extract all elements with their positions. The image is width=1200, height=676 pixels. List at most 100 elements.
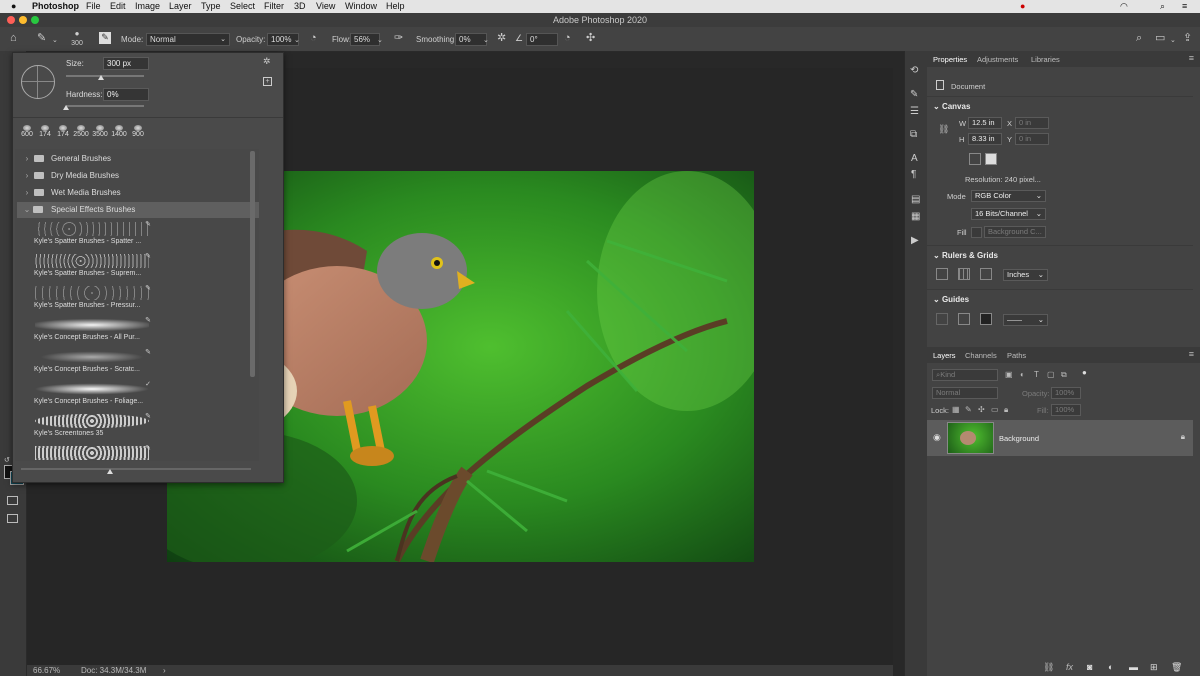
new-guide-icon[interactable] (958, 313, 970, 325)
airbrush-icon[interactable]: ✑ (394, 33, 403, 44)
chevron-down-icon[interactable]: ⌄ (483, 35, 489, 46)
layer-kind-filter[interactable]: ⌕Kind (932, 369, 998, 381)
grid-icon[interactable] (958, 268, 970, 280)
chevron-down-icon[interactable]: ⌄ (23, 202, 31, 218)
play-icon[interactable]: ▶ (911, 235, 919, 246)
brush-angle-roundness-widget[interactable] (21, 65, 55, 99)
layer-row-background[interactable]: ◉ Background 🔒︎ (927, 420, 1193, 456)
pressure-opacity-icon[interactable]: ◔ (310, 33, 317, 44)
search-icon[interactable]: ⌕ (1136, 33, 1142, 44)
lock-artboard-icon[interactable]: ▭ (991, 405, 999, 414)
menu-app[interactable]: Photoshop (32, 1, 79, 11)
brush-settings-icon[interactable]: ✎ (99, 32, 111, 44)
brush-item[interactable]: ✎ Kyle's Concept Brushes - Scratc... (33, 348, 151, 380)
menu-window[interactable]: Window (345, 1, 377, 11)
panel-menu-icon[interactable]: ≡ (1189, 53, 1194, 63)
menu-layer[interactable]: Layer (169, 1, 192, 11)
menu-view[interactable]: View (316, 1, 335, 11)
filter-toggle-icon[interactable]: ● (1082, 368, 1087, 377)
layer-fill-input[interactable]: 100% (1051, 404, 1081, 416)
creative-cloud-icon[interactable]: ● (1020, 1, 1025, 11)
character-icon[interactable]: A (911, 153, 918, 164)
canvas-section-title[interactable]: ⌄ Canvas (933, 102, 970, 111)
screen-mode-icon[interactable] (7, 514, 18, 523)
thumbnail-size-slider[interactable] (21, 468, 251, 470)
brush-preset-1[interactable]: 600 (18, 125, 36, 143)
size-input[interactable]: 300 px (103, 57, 149, 70)
brush-preset-5[interactable]: 3500 (91, 125, 109, 143)
menu-type[interactable]: Type (201, 1, 221, 11)
brush-list[interactable]: › General Brushes › Dry Media Brushes › Wet… (15, 149, 259, 461)
guides-icon[interactable] (936, 313, 948, 325)
chevron-down-icon[interactable]: ⌄ (294, 35, 300, 46)
chevron-right-icon[interactable]: › (23, 185, 31, 201)
zoom-level[interactable]: 66.67% (33, 666, 60, 675)
tab-layers[interactable]: Layers (933, 351, 956, 360)
paragraph-icon[interactable]: ¶ (911, 169, 916, 180)
quick-mask-icon[interactable] (7, 496, 18, 505)
brush-item[interactable]: ✎ Kyle's Spatter Brushes - Spatter ... (33, 220, 151, 252)
brush-settings-panel-icon[interactable]: ✎ (910, 89, 918, 100)
lock-all-icon[interactable]: 🔒︎ (1004, 405, 1008, 415)
close-window-button[interactable] (7, 16, 15, 24)
brush-preset-6[interactable]: 1400 (110, 125, 128, 143)
eye-icon[interactable]: ◉ (933, 432, 941, 443)
add-mask-icon[interactable]: ◙ (1087, 662, 1092, 672)
brush-preset-picker[interactable]: ● 300 (66, 29, 88, 47)
share-icon[interactable]: ⇪ (1183, 33, 1192, 44)
chevron-down-icon[interactable]: ⌄ (52, 35, 58, 46)
zoom-window-button[interactable] (31, 16, 39, 24)
size-slider-track[interactable] (66, 75, 144, 77)
fill-swatch[interactable] (971, 227, 982, 238)
tab-paths[interactable]: Paths (1007, 351, 1026, 360)
tab-channels[interactable]: Channels (965, 351, 997, 360)
folder-wet-media-brushes[interactable]: › Wet Media Brushes (23, 185, 255, 201)
home-icon[interactable]: ⌂ (10, 33, 17, 44)
filter-pixel-icon[interactable]: ▣ (1005, 370, 1013, 379)
gear-icon[interactable]: ✲ (497, 33, 506, 44)
lock-position-icon[interactable]: ✣ (978, 405, 985, 414)
brush-preset-7[interactable]: 900 (129, 125, 147, 143)
menu-file[interactable]: File (86, 1, 101, 11)
guides-section-title[interactable]: ⌄ Guides (933, 295, 969, 304)
layer-opacity-input[interactable]: 100% (1051, 387, 1081, 399)
brush-item[interactable]: ✓ Kyle's Concept Brushes - Foliage... (33, 380, 151, 412)
adjustments-icon[interactable]: ☰ (910, 106, 919, 117)
new-group-icon[interactable]: ▬ (1129, 662, 1138, 672)
link-layers-icon[interactable]: ⛓ (1043, 662, 1054, 673)
y-input[interactable]: 0 in (1015, 133, 1049, 145)
hardness-slider-track[interactable] (66, 105, 144, 107)
notes-icon[interactable]: ▦ (911, 211, 920, 222)
adjustment-layer-icon[interactable]: ◐ (1108, 662, 1113, 672)
new-layer-icon[interactable]: ⊞ (1150, 662, 1158, 673)
thumbnail-size-thumb[interactable] (107, 469, 113, 474)
lock-pixels-icon[interactable]: ✎ (965, 405, 972, 414)
history-icon[interactable]: ⟲ (910, 65, 918, 76)
tab-adjustments[interactable]: Adjustments (977, 55, 1018, 64)
filter-type-icon[interactable]: T (1034, 370, 1039, 379)
delete-layer-icon[interactable]: 🗑︎ (1171, 662, 1182, 673)
pressure-size-icon[interactable]: ◔ (564, 33, 571, 44)
chevron-right-icon[interactable]: › (23, 151, 31, 167)
width-input[interactable]: 12.5 in (968, 117, 1002, 129)
tab-properties[interactable]: Properties (933, 55, 967, 64)
menu-list-icon[interactable]: ≡ (1182, 1, 1187, 11)
tab-libraries[interactable]: Libraries (1031, 55, 1060, 64)
folder-special-effects-brushes[interactable]: ⌄ Special Effects Brushes (17, 202, 259, 218)
x-input[interactable]: 0 in (1015, 117, 1049, 129)
chevron-down-icon[interactable]: ⌄ (377, 35, 383, 46)
menu-help[interactable]: Help (386, 1, 405, 11)
hardness-input[interactable]: 0% (103, 88, 149, 101)
apple-icon[interactable]: ● (11, 1, 16, 11)
spotlight-icon[interactable]: ⌕ (1160, 1, 1165, 12)
angle-input[interactable]: 0° (526, 33, 558, 46)
menu-edit[interactable]: Edit (110, 1, 126, 11)
ruler-units-dropdown[interactable]: Inches ⌄ (1003, 269, 1048, 281)
fill-dropdown[interactable]: Background C... (984, 226, 1046, 238)
guide-style-dropdown[interactable]: —— ⌄ (1003, 314, 1048, 326)
filter-adjust-icon[interactable]: ◐ (1020, 370, 1025, 379)
size-slider-thumb[interactable] (98, 75, 105, 80)
symmetry-icon[interactable]: ✣ (586, 33, 595, 44)
menu-3d[interactable]: 3D (294, 1, 306, 11)
chevron-right-icon[interactable]: › (23, 168, 31, 184)
